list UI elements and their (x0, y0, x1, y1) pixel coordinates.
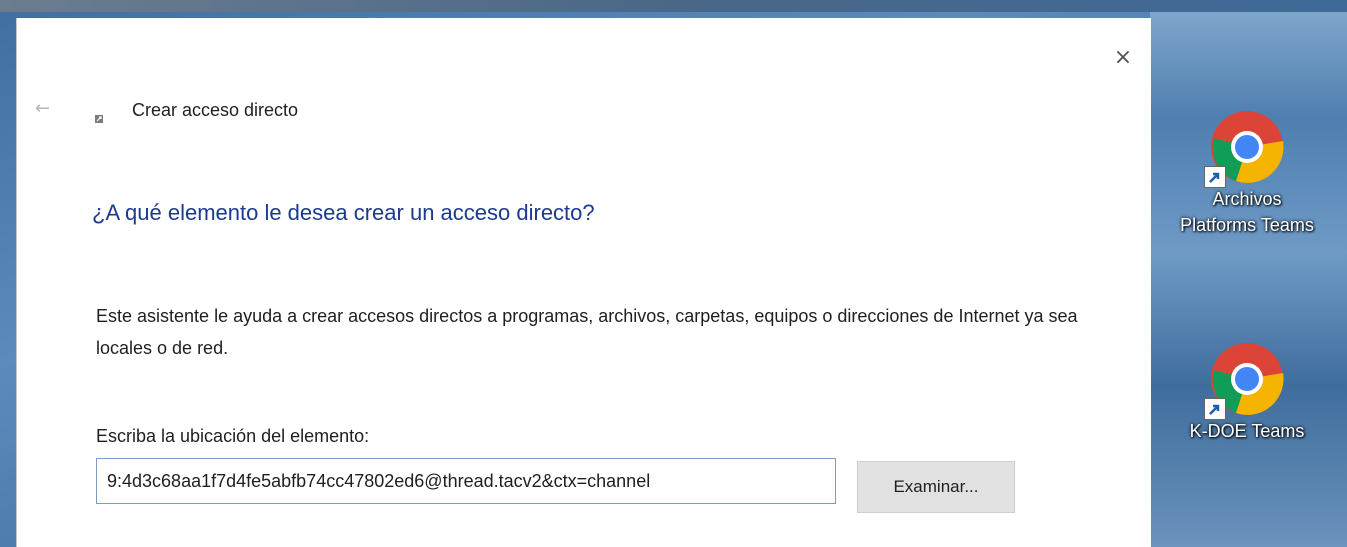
browse-button[interactable]: Examinar... (857, 461, 1015, 513)
close-button[interactable]: × (1107, 42, 1139, 74)
window-top-strip (0, 0, 1347, 12)
wizard-description: Este asistente le ayuda a crear accesos … (96, 306, 1078, 358)
desktop-shortcut-archivos-platforms-teams[interactable]: Archivos Platforms Teams (1157, 108, 1337, 238)
desktop-icon-label-line1: Archivos (1212, 189, 1282, 209)
desktop-shortcut-k-doe-teams[interactable]: K-DOE Teams (1157, 340, 1337, 444)
shortcut-arrow-icon (1204, 166, 1226, 188)
desktop-icon-label: K-DOE Teams (1189, 421, 1305, 441)
wizard-question: ¿A qué elemento le desea crear un acceso… (92, 200, 595, 225)
chrome-icon (1204, 340, 1286, 420)
desktop-background (1150, 12, 1347, 547)
shortcut-arrow-icon (1204, 398, 1226, 420)
desktop-icon-label: Archivos Platforms Teams (1157, 186, 1337, 238)
back-button[interactable]: ← (35, 98, 59, 120)
desktop-icon-label-line2: Platforms Teams (1180, 215, 1314, 235)
location-input[interactable] (96, 458, 836, 504)
close-icon[interactable]: × (1114, 45, 1132, 70)
shortcut-wizard-icon (93, 110, 105, 124)
create-shortcut-dialog: × ← Crear acceso directo ¿A qué elemento… (16, 18, 1151, 547)
dialog-title: Crear acceso directo (132, 100, 299, 120)
back-arrow-icon[interactable]: ← (35, 98, 50, 119)
chrome-icon (1204, 108, 1286, 188)
location-label: Escriba la ubicación del elemento: (96, 426, 370, 446)
